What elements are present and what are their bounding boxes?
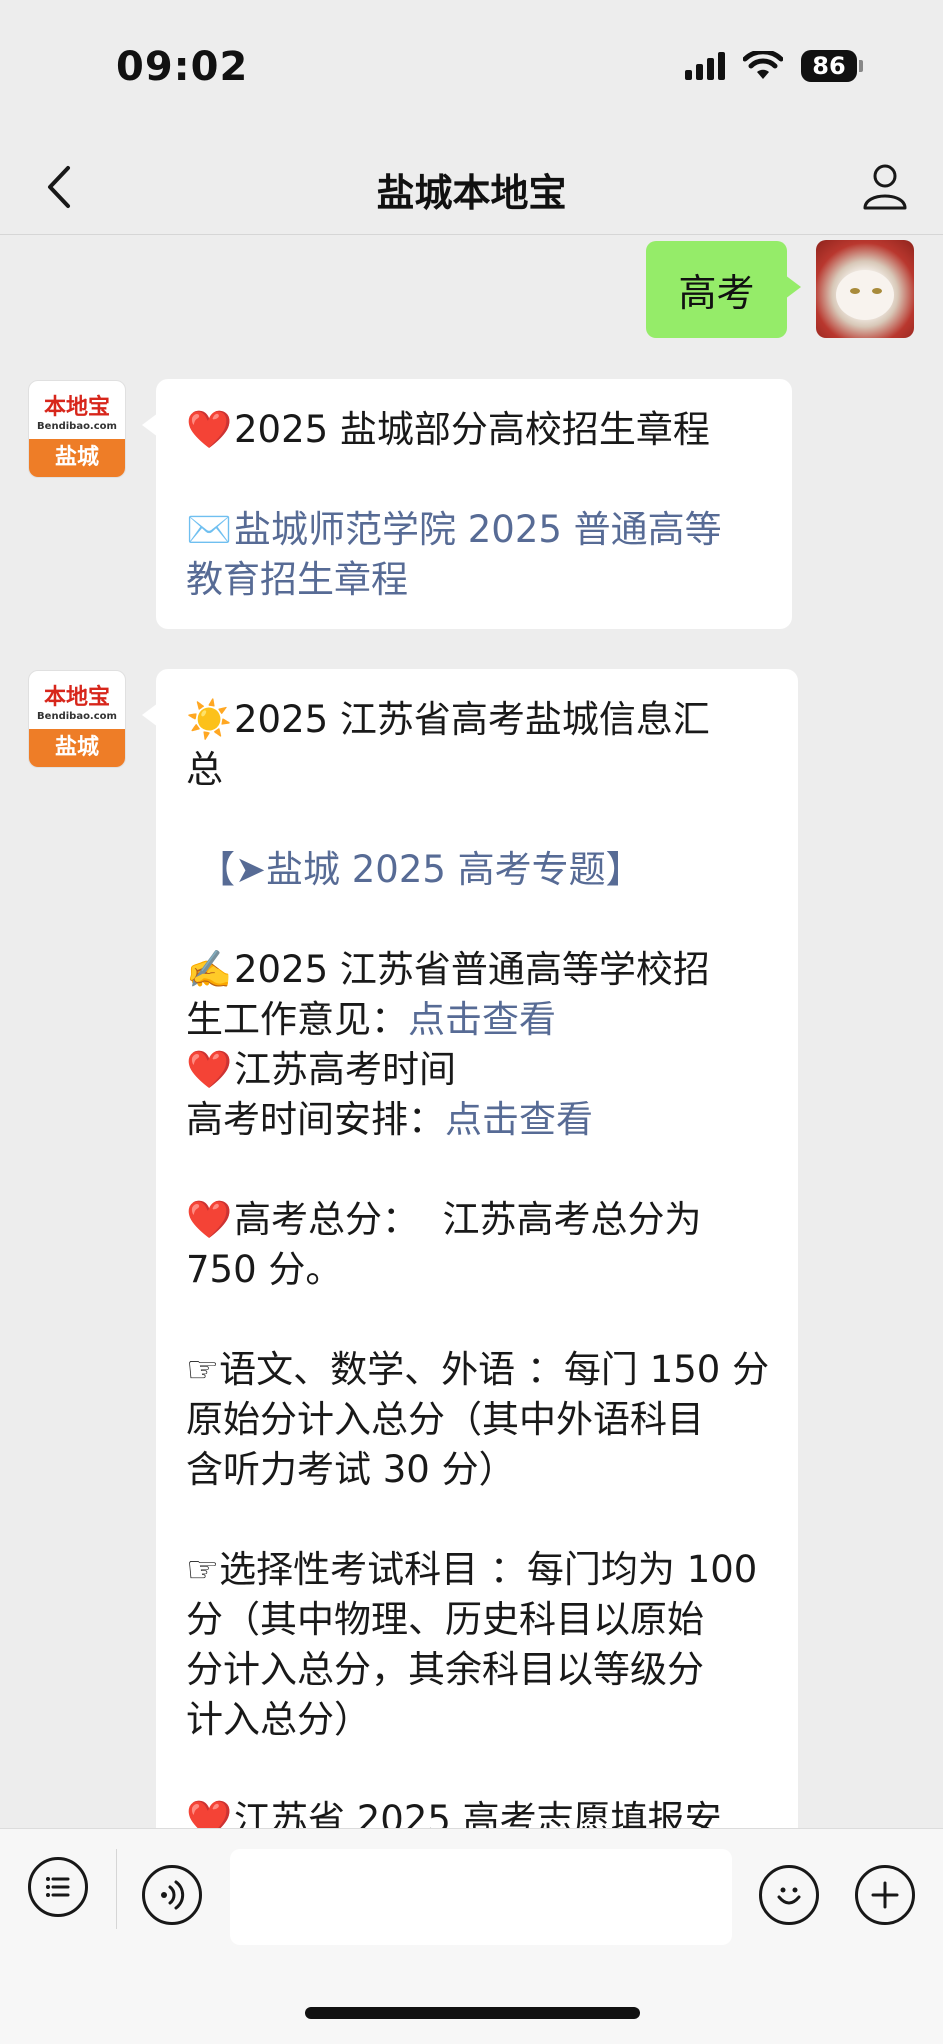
plus-icon bbox=[871, 1881, 899, 1909]
sent-message-bubble[interactable]: 高考 bbox=[646, 241, 801, 338]
received-message-bubble[interactable]: ❤️2025 盐城部分高校招生章程 ✉️盐城师范学院 2025 普通高等 教育招… bbox=[142, 379, 792, 629]
message-line: 含听力考试 30 分） bbox=[186, 1448, 516, 1491]
article-link[interactable]: ✉️盐城师范学院 2025 普通高等 bbox=[186, 505, 764, 555]
message-line: 分（其中物理、历史科目以原始 bbox=[186, 1598, 704, 1641]
chat-area[interactable]: 高考 本地宝 Bendibao.com 盐城 ❤️2025 盐城部分高校招生章程… bbox=[0, 236, 943, 1828]
chat-title: 盐城本地宝 bbox=[376, 171, 567, 215]
avatar-city: 盐城 bbox=[29, 439, 125, 477]
bot-avatar[interactable]: 本地宝 Bendibao.com 盐城 bbox=[28, 670, 126, 768]
message-line: ☞选择性考试科目 ：每门均为 100 bbox=[186, 1548, 758, 1591]
wifi-icon bbox=[743, 51, 783, 79]
status-icons: 86 bbox=[685, 50, 863, 82]
status-time: 09:02 bbox=[116, 44, 249, 90]
message-line: ✍️2025 江苏省普通高等学校招 bbox=[186, 945, 770, 995]
heart-icon: ❤️ bbox=[186, 1048, 233, 1091]
message-line: 分计入总分，其余科目以等级分 bbox=[186, 1648, 704, 1691]
separator bbox=[116, 1849, 117, 1929]
nav-bar: 盐城本地宝 bbox=[0, 140, 943, 235]
status-bar: 09:02 86 bbox=[0, 0, 943, 140]
message-input[interactable] bbox=[230, 1849, 732, 1945]
battery-level: 86 bbox=[801, 50, 857, 82]
message-line: ❤️江苏高考时间 bbox=[186, 1045, 770, 1095]
avatar-brand: 本地宝 bbox=[43, 395, 110, 420]
heart-icon: ❤️ bbox=[186, 1198, 233, 1241]
avatar-brand: 本地宝 bbox=[43, 685, 110, 710]
message-line: ❤️高考总分： 江苏高考总分为 bbox=[186, 1195, 770, 1245]
view-link[interactable]: 点击查看 bbox=[408, 998, 556, 1041]
topic-link[interactable]: 【➤盐城 2025 高考专题】 bbox=[186, 845, 770, 895]
message-line: 高考时间安排：点击查看 bbox=[186, 1098, 593, 1141]
menu-button[interactable] bbox=[28, 1857, 88, 1917]
message-line: ❤️江苏省 2025 高考志愿填报安 bbox=[186, 1795, 770, 1828]
battery-icon: 86 bbox=[801, 50, 863, 82]
cellular-signal-icon bbox=[685, 52, 725, 80]
profile-icon[interactable] bbox=[857, 158, 913, 214]
avatar-domain: Bendibao.com bbox=[37, 421, 117, 432]
voice-button[interactable] bbox=[142, 1865, 202, 1925]
smiley-icon bbox=[777, 1887, 801, 1905]
menu-list-icon bbox=[46, 1877, 70, 1897]
view-link[interactable]: 点击查看 bbox=[445, 1098, 593, 1141]
home-indicator bbox=[305, 2007, 640, 2019]
message-line: 750 分。 bbox=[186, 1248, 343, 1291]
voice-icon bbox=[161, 1880, 185, 1910]
message-line: ❤️2025 盐城部分高校招生章程 bbox=[186, 405, 764, 455]
more-button[interactable] bbox=[855, 1865, 915, 1925]
message-title-continued: 总 bbox=[186, 748, 223, 791]
article-link-continued[interactable]: 教育招生章程 bbox=[186, 555, 764, 605]
message-line: ☞语文、数学、外语 ：每门 150 分 bbox=[186, 1348, 770, 1391]
received-message-bubble[interactable]: ☀️2025 江苏省高考盐城信息汇 总 【➤盐城 2025 高考专题】 ✍️20… bbox=[142, 669, 798, 1828]
avatar-domain: Bendibao.com bbox=[37, 711, 117, 722]
message-title: ☀️2025 江苏省高考盐城信息汇 bbox=[186, 695, 770, 745]
sun-icon: ☀️ bbox=[186, 698, 233, 741]
heart-icon: ❤️ bbox=[186, 408, 233, 451]
avatar-city: 盐城 bbox=[29, 729, 125, 767]
bot-avatar[interactable]: 本地宝 Bendibao.com 盐城 bbox=[28, 380, 126, 478]
heart-icon: ❤️ bbox=[186, 1798, 233, 1828]
message-line: 生工作意见：点击查看 bbox=[186, 998, 556, 1041]
envelope-icon: ✉️ bbox=[186, 508, 233, 551]
message-line: 原始分计入总分（其中外语科目 bbox=[186, 1398, 704, 1441]
pointing-hand-icon: ☞ bbox=[186, 1548, 220, 1591]
sent-message-text: 高考 bbox=[678, 271, 755, 315]
pointing-hand-icon: ☞ bbox=[186, 1348, 220, 1391]
message-line: 计入总分） bbox=[186, 1698, 371, 1741]
user-avatar[interactable] bbox=[816, 240, 914, 338]
emoji-button[interactable] bbox=[759, 1865, 819, 1925]
writing-hand-icon: ✍️ bbox=[186, 948, 233, 991]
